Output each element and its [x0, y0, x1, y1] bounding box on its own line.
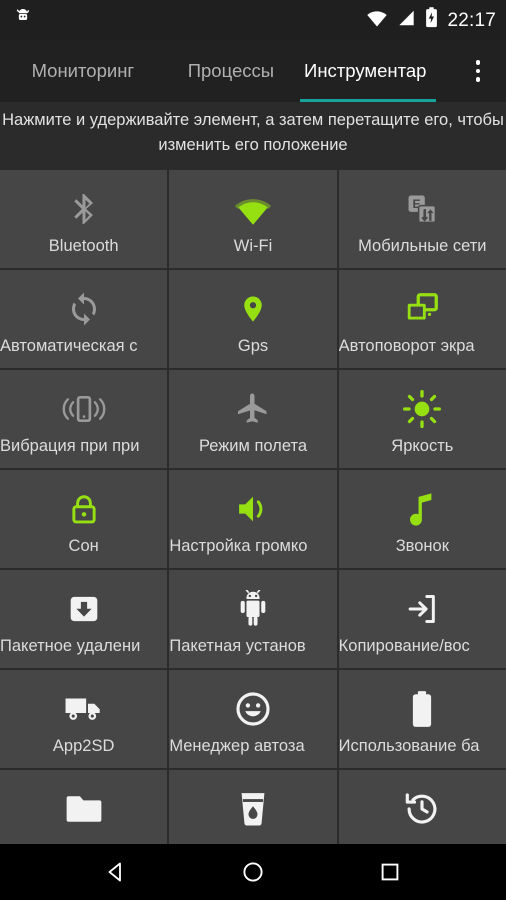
mobile-data-icon: E — [405, 186, 439, 232]
tab-strip: Мониторинг Процессы Инструментар — [0, 40, 450, 102]
tool-tile[interactable]: Звонок — [338, 470, 506, 568]
wifi-icon — [232, 186, 274, 232]
sync-icon — [66, 286, 102, 332]
tab-label: Процессы — [187, 60, 275, 81]
battery-charging-icon — [425, 7, 438, 33]
tool-tile-label: Менеджер автоза — [169, 737, 305, 755]
tool-tile[interactable]: Настройка громко — [169, 470, 337, 568]
overflow-menu-icon[interactable] — [450, 40, 506, 102]
tool-tile[interactable]: E Мобильные сети — [338, 170, 506, 268]
tool-tile[interactable]: Режим полета — [169, 370, 337, 468]
tool-tile-label: Яркость — [391, 437, 454, 455]
dot — [475, 60, 481, 65]
tab-label: Мониторинг — [31, 60, 135, 81]
bluetooth-icon — [66, 186, 102, 232]
tool-tile-label: Сон — [68, 537, 99, 555]
tool-tile-label: Режим полета — [198, 437, 307, 455]
tool-tile[interactable]: Яркость — [338, 370, 506, 468]
music-note-icon — [409, 486, 435, 532]
tools-grid: Bluetooth Wi-Fi E Мобильные сети Автомати… — [0, 170, 506, 868]
tool-tile-label: Wi-Fi — [233, 237, 273, 255]
tool-tile-label: Вибрация при при — [0, 437, 140, 455]
tool-tile-label: Пакетная установ — [169, 637, 306, 655]
android-head-icon — [12, 7, 34, 34]
airplane-icon — [233, 386, 273, 432]
tool-tile-label: Мобильные сети — [358, 237, 487, 255]
tool-tile[interactable]: Автоматическая с — [0, 270, 168, 368]
tool-tile-label: App2SD — [52, 737, 115, 755]
tool-tile[interactable]: Автоповорот экра — [338, 270, 506, 368]
lock-icon — [68, 486, 100, 532]
dot — [475, 68, 481, 74]
cup-drop-icon — [238, 786, 268, 832]
tool-tile-label: Звонок — [395, 537, 449, 555]
tool-tile[interactable]: Пакетное удалени — [0, 570, 168, 668]
folder-icon — [65, 786, 103, 832]
cell-signal-icon — [397, 9, 416, 32]
tab-tools[interactable]: Инструментар — [296, 40, 450, 102]
tool-tile-label: Настройка громко — [169, 537, 308, 555]
package-uninstall-icon — [67, 586, 101, 632]
tab-monitoring[interactable]: Мониторинг — [0, 40, 166, 102]
dot — [475, 77, 481, 82]
tab-label: Инструментар — [304, 60, 427, 81]
tool-tile[interactable]: Пакетная установ — [169, 570, 337, 668]
tool-tile[interactable]: Сон — [0, 470, 168, 568]
status-time: 22:17 — [447, 9, 496, 31]
tool-tile[interactable]: Использование ба — [338, 670, 506, 768]
android-robot-icon — [236, 586, 270, 632]
back-button[interactable] — [88, 844, 144, 900]
home-button[interactable] — [225, 844, 281, 900]
backup-restore-icon — [405, 586, 439, 632]
tool-tile-label: Пакетное удалени — [0, 637, 141, 655]
tool-tile-label: Bluetooth — [48, 237, 119, 255]
volume-icon — [234, 486, 272, 532]
tab-processes[interactable]: Процессы — [166, 40, 296, 102]
app-bar: Мониторинг Процессы Инструментар — [0, 40, 506, 102]
location-pin-icon — [238, 286, 268, 332]
tool-tile-label: Использование ба — [338, 737, 480, 755]
auto-rotate-icon — [404, 286, 440, 332]
history-icon — [404, 786, 440, 832]
status-bar: 22:17 — [0, 0, 506, 40]
tool-tile-label: Gps — [237, 337, 269, 355]
tool-tile-label: Копирование/вос — [338, 637, 470, 655]
tool-tile[interactable]: Менеджер автоза — [169, 670, 337, 768]
smiley-icon — [235, 686, 271, 732]
tool-tile[interactable]: Wi-Fi — [169, 170, 337, 268]
tool-tile[interactable]: App2SD — [0, 670, 168, 768]
wifi-icon — [366, 9, 388, 32]
tool-tile[interactable]: Bluetooth — [0, 170, 168, 268]
battery-icon — [411, 686, 433, 732]
vibration-icon — [62, 386, 106, 432]
brightness-icon — [402, 386, 442, 432]
tool-tile[interactable]: Копирование/вос — [338, 570, 506, 668]
active-tab-indicator — [300, 99, 436, 102]
tool-tile[interactable]: Gps — [169, 270, 337, 368]
system-navigation-bar — [0, 844, 506, 900]
tool-tile-label: Автоповорот экра — [338, 337, 475, 355]
phone-screen: 22:17 Мониторинг Процессы Инструментар Н… — [0, 0, 506, 900]
recents-button[interactable] — [362, 844, 418, 900]
tool-tile-label: Автоматическая с — [0, 337, 138, 355]
drag-hint-text: Нажмите и удерживайте элемент, а затем п… — [0, 102, 506, 170]
tool-tile[interactable]: Вибрация при при — [0, 370, 168, 468]
truck-icon — [64, 686, 104, 732]
